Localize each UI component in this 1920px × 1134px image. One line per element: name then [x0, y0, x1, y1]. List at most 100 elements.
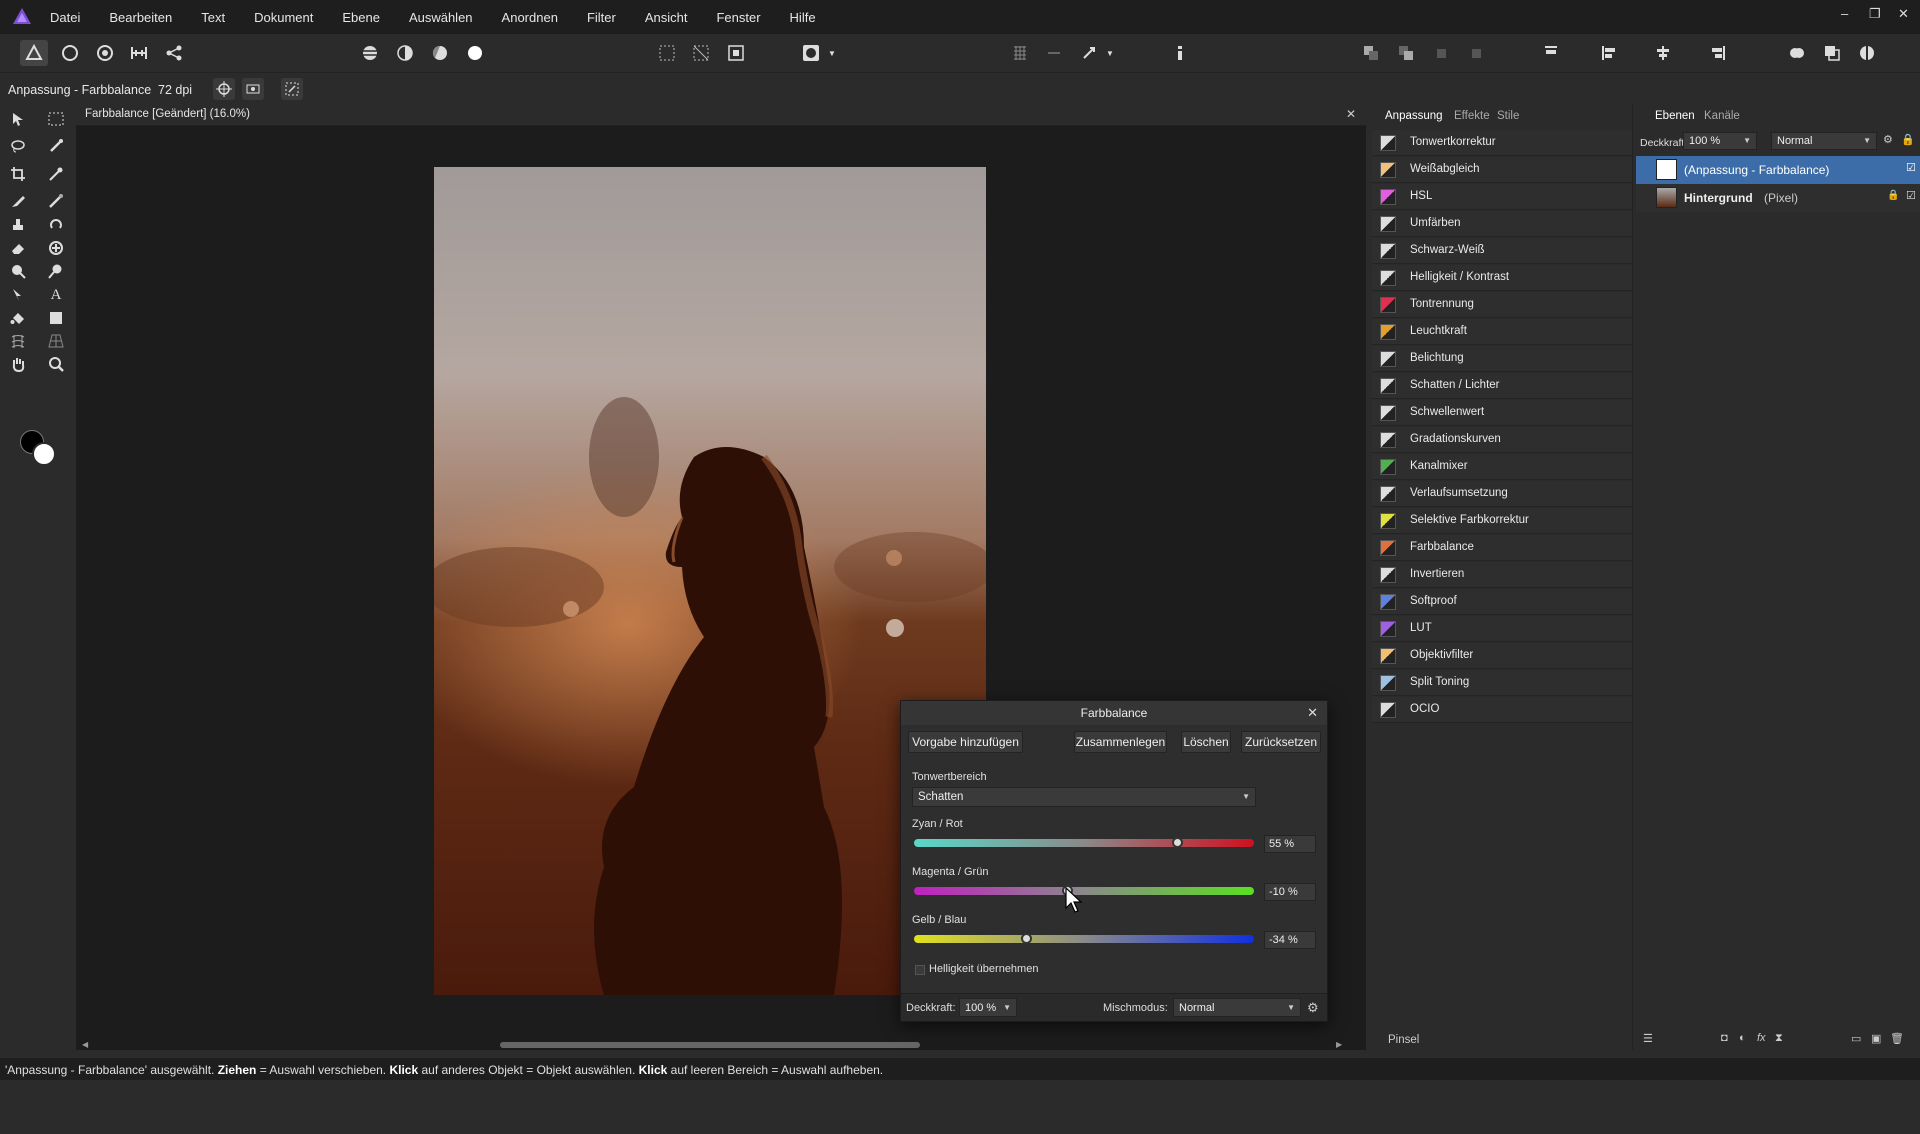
- dialog-blend-select[interactable]: Normal ▼: [1173, 998, 1301, 1017]
- adjustment-item[interactable]: HSL: [1372, 184, 1632, 210]
- zoom-icon[interactable]: [45, 353, 67, 375]
- snapping-dropdown-icon[interactable]: ▼: [1104, 42, 1116, 64]
- secondary-color-swatch[interactable]: [32, 442, 56, 466]
- preserve-luminosity-checkbox[interactable]: [915, 965, 925, 975]
- scroll-left-icon[interactable]: ◀: [82, 1040, 88, 1049]
- dodge-brush-icon[interactable]: [7, 260, 29, 282]
- menu-ansicht[interactable]: Ansicht: [645, 10, 688, 25]
- delete-layer-icon[interactable]: 🗑: [1890, 1032, 1904, 1045]
- delete-button[interactable]: Löschen: [1181, 731, 1231, 753]
- layer-row-background[interactable]: Hintergrund (Pixel) 🔒 ☑: [1636, 184, 1920, 212]
- tab-ebenen[interactable]: Ebenen: [1655, 110, 1695, 122]
- adjustment-item[interactable]: Schatten / Lichter: [1372, 373, 1632, 399]
- layers-blend-select[interactable]: Normal ▼: [1771, 132, 1877, 150]
- menu-fenster[interactable]: Fenster: [716, 10, 760, 25]
- adjustment-item[interactable]: Gradationskurven: [1372, 427, 1632, 453]
- yellow-blue-slider[interactable]: [914, 933, 1254, 944]
- document-tab[interactable]: Farbbalance [Geändert] (16.0%) ✕: [76, 104, 1366, 126]
- magenta-green-value[interactable]: -10 %: [1264, 883, 1316, 901]
- select-rect-icon[interactable]: [656, 42, 678, 64]
- fx-icon[interactable]: fx: [1757, 1032, 1766, 1044]
- auto-colors-icon[interactable]: [429, 42, 451, 64]
- close-document-icon[interactable]: ✕: [1346, 107, 1356, 121]
- export-persona-icon[interactable]: [163, 42, 185, 64]
- invert-selection-icon[interactable]: [725, 42, 747, 64]
- tab-kanaele[interactable]: Kanäle: [1704, 110, 1740, 122]
- layer-row-adjustment[interactable]: (Anpassung - Farbbalance) ☑: [1636, 156, 1920, 184]
- gear-icon[interactable]: ⚙: [1883, 133, 1893, 146]
- flood-fill-icon[interactable]: [7, 307, 29, 329]
- gear-icon[interactable]: ⚙: [1307, 1000, 1319, 1016]
- yellow-blue-value[interactable]: -34 %: [1264, 931, 1316, 949]
- healing-brush-icon[interactable]: [45, 237, 67, 259]
- adjustment-item[interactable]: Softproof: [1372, 589, 1632, 615]
- adjustment-item[interactable]: OCIO: [1372, 697, 1632, 723]
- cyan-red-value[interactable]: 55 %: [1264, 835, 1316, 853]
- arrange-back-icon[interactable]: [1360, 42, 1382, 64]
- paint-brush-icon[interactable]: [7, 190, 29, 212]
- boolean-add-icon[interactable]: [1786, 42, 1808, 64]
- develop-persona-icon[interactable]: [94, 42, 116, 64]
- dialog-close-icon[interactable]: ✕: [1307, 705, 1318, 721]
- yellow-blue-slider-thumb[interactable]: [1020, 933, 1032, 944]
- clone-brush-icon[interactable]: [7, 213, 29, 235]
- adjustment-item[interactable]: Schwarz-Weiß: [1372, 238, 1632, 264]
- layer-visibility-checkbox[interactable]: ☑: [1906, 189, 1916, 202]
- menu-ebene[interactable]: Ebene: [342, 10, 380, 25]
- adjustment-item[interactable]: Kanalmixer: [1372, 454, 1632, 480]
- adjustment-item[interactable]: Farbbalance: [1372, 535, 1632, 561]
- arrange-bottom-icon[interactable]: [1465, 42, 1487, 64]
- restore-button[interactable]: ❐: [1869, 6, 1881, 22]
- add-layer-icon[interactable]: ▣: [1871, 1032, 1881, 1045]
- live-filter-icon[interactable]: ⧗: [1775, 1032, 1783, 1045]
- arrange-forward-icon[interactable]: [1395, 42, 1417, 64]
- menu-text[interactable]: Text: [201, 10, 225, 25]
- assistant-icon[interactable]: [1169, 42, 1191, 64]
- align-right-icon[interactable]: [1707, 42, 1729, 64]
- perspective-icon[interactable]: [45, 330, 67, 352]
- adjustment-item[interactable]: Leuchtkraft: [1372, 319, 1632, 345]
- crop-icon[interactable]: [7, 163, 29, 185]
- arrange-front-icon[interactable]: [1430, 42, 1452, 64]
- lock-icon[interactable]: 🔒: [1887, 190, 1899, 201]
- layers-icon[interactable]: ☰: [1643, 1032, 1653, 1045]
- deselect-icon[interactable]: [690, 42, 712, 64]
- adjustment-item[interactable]: Helligkeit / Kontrast: [1372, 265, 1632, 291]
- menu-hilfe[interactable]: Hilfe: [790, 10, 816, 25]
- smudge-brush-icon[interactable]: [45, 260, 67, 282]
- scroll-right-icon[interactable]: ▶: [1336, 1040, 1342, 1049]
- menu-dokument[interactable]: Dokument: [254, 10, 313, 25]
- adjustment-item[interactable]: Weißabgleich: [1372, 157, 1632, 183]
- snapping-magnet-icon[interactable]: [1078, 42, 1100, 64]
- photo-persona-icon[interactable]: [20, 40, 48, 66]
- transform-origin-icon[interactable]: [213, 78, 235, 100]
- menu-filter[interactable]: Filter: [587, 10, 616, 25]
- adjustment-item[interactable]: Tonwertkorrektur: [1372, 130, 1632, 156]
- tab-effekte[interactable]: Effekte: [1454, 110, 1490, 122]
- text-tool-icon[interactable]: A: [45, 284, 67, 306]
- adjustment-item[interactable]: Verlaufsumsetzung: [1372, 481, 1632, 507]
- dialog-opacity-select[interactable]: 100 % ▼: [959, 998, 1017, 1017]
- color-swatches[interactable]: [20, 430, 58, 468]
- view-hand-icon[interactable]: [7, 353, 29, 375]
- hide-selection-icon[interactable]: [242, 78, 264, 100]
- layers-opacity-select[interactable]: 100 % ▼: [1683, 132, 1757, 150]
- menu-bearbeiten[interactable]: Bearbeiten: [109, 10, 172, 25]
- quick-mask-icon[interactable]: [800, 42, 822, 64]
- node-tool-icon[interactable]: [7, 284, 29, 306]
- merge-button[interactable]: Zusammenlegen: [1074, 731, 1167, 753]
- lock-icon[interactable]: 🔒: [1901, 133, 1915, 146]
- menu-datei[interactable]: Datei: [50, 10, 80, 25]
- auto-white-balance-icon[interactable]: [464, 42, 486, 64]
- adjustment-item[interactable]: Belichtung: [1372, 346, 1632, 372]
- erase-brush-icon[interactable]: [7, 237, 29, 259]
- cyan-red-slider-thumb[interactable]: [1172, 837, 1183, 848]
- adjustment-icon[interactable]: ◐: [1739, 1032, 1746, 1044]
- snap-icon[interactable]: [281, 78, 303, 100]
- tab-pinsel[interactable]: Pinsel: [1388, 1034, 1419, 1046]
- auto-contrast-icon[interactable]: [394, 42, 416, 64]
- align-top-icon[interactable]: [1540, 42, 1562, 64]
- adjustment-item[interactable]: Schwellenwert: [1372, 400, 1632, 426]
- color-picker-icon[interactable]: [45, 163, 67, 185]
- menu-auswaehlen[interactable]: Auswählen: [409, 10, 473, 25]
